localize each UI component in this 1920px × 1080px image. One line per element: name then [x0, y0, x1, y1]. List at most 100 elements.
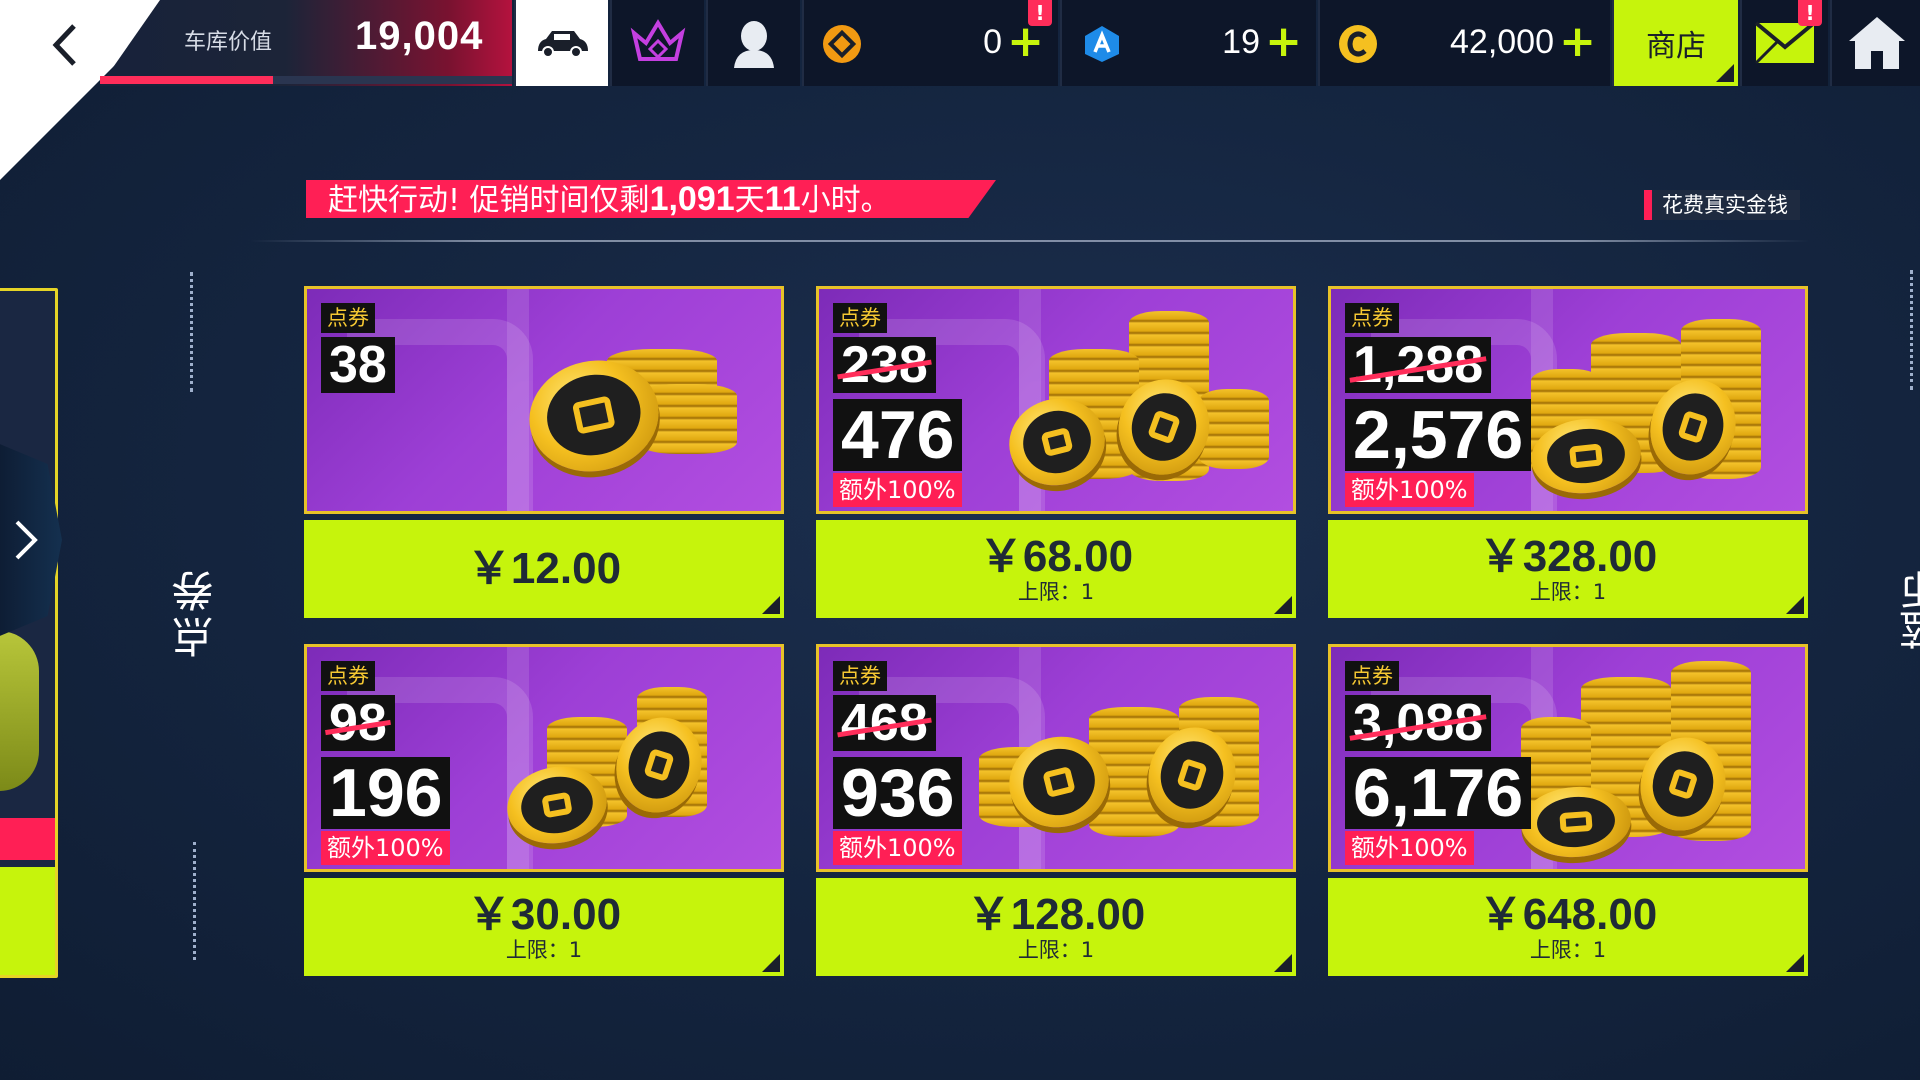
tokens-currency[interactable]: 0 + ! — [802, 0, 1058, 86]
top-bar: 车库价值 19,004 0 + ! 19 + 42,000 + 商店 ! — [0, 0, 1920, 180]
blueprints-currency[interactable]: 19 + — [1060, 0, 1316, 86]
item-tag: 点券 — [1345, 661, 1399, 691]
buy-button[interactable]: ￥648.00 上限：1 — [1328, 878, 1808, 976]
item-bonus: 额外100% — [1345, 473, 1474, 507]
home-button[interactable] — [1830, 0, 1920, 86]
divider-dots — [190, 272, 195, 392]
item-tag: 点券 — [1345, 303, 1399, 333]
shop-item-card[interactable]: 点券 238 476 额外100% ￥68.00 上限：1 — [816, 286, 1296, 636]
background-logo — [507, 647, 529, 869]
item-amount: 2,576 — [1345, 399, 1532, 471]
mail-alert-badge: ! — [1798, 0, 1822, 26]
promo-days-unit: 天 — [734, 183, 765, 218]
item-price: ￥12.00 — [466, 544, 622, 593]
blueprint-icon — [1085, 26, 1119, 62]
shop-label: 商店 — [1646, 29, 1706, 64]
car-thumbnail — [0, 631, 39, 791]
corner-marker — [1786, 596, 1804, 614]
corner-marker — [1274, 954, 1292, 972]
tokens-value: 0 — [983, 23, 1002, 61]
mail-icon — [1754, 21, 1816, 65]
item-limit: 上限：1 — [1017, 938, 1095, 962]
item-amount: 6,176 — [1345, 757, 1532, 829]
shop-item-card[interactable]: 点券 98 196 额外100% ￥30.00 上限：1 — [304, 644, 784, 994]
buy-button[interactable]: ￥68.00 上限：1 — [816, 520, 1296, 618]
item-limit: 上限：1 — [1529, 580, 1607, 604]
garage-value: 19,004 — [355, 14, 484, 58]
promo-days: 1,091 — [649, 180, 735, 218]
item-amount: 936 — [833, 757, 963, 829]
coin-stack — [1199, 389, 1269, 469]
buy-button[interactable]: ￥128.00 上限：1 — [816, 878, 1296, 976]
corner-marker — [1274, 596, 1292, 614]
item-bonus: 额外100% — [833, 831, 962, 865]
shop-item-card[interactable]: 点券 38 ￥12.00 — [304, 286, 784, 636]
item-price: ￥30.00 — [466, 890, 622, 939]
item-image: 点券 3,088 6,176 额外100% — [1328, 644, 1808, 872]
previous-category-card[interactable] — [0, 288, 58, 978]
item-amount: 38 — [321, 337, 395, 393]
corner-marker — [762, 596, 780, 614]
tokens-alert-badge: ! — [1028, 0, 1052, 26]
item-image: 点券 38 — [304, 286, 784, 514]
car-icon — [538, 31, 588, 58]
garage-value-label: 车库价值 — [184, 30, 273, 55]
item-limit: 上限：1 — [1529, 938, 1607, 962]
credits-currency[interactable]: 42,000 + — [1318, 0, 1610, 86]
item-limit: 上限：1 — [1017, 580, 1095, 604]
item-price: ￥128.00 — [966, 890, 1146, 939]
token-icon — [823, 25, 861, 63]
back-button[interactable] — [40, 20, 90, 70]
divider-dots — [1910, 270, 1915, 390]
divider-dots — [193, 842, 198, 960]
buy-button[interactable]: ￥328.00 上限：1 — [1328, 520, 1808, 618]
blueprints-add-button[interactable]: + — [1265, 20, 1302, 64]
item-price: ￥328.00 — [1478, 532, 1658, 581]
profile-icon — [734, 21, 774, 68]
item-bonus: 额外100% — [833, 473, 962, 507]
shop-item-card[interactable]: 点券 468 936 额外100% ￥128.00 上限：1 — [816, 644, 1296, 994]
item-tag: 点券 — [833, 661, 887, 691]
buy-button[interactable]: ￥12.00 — [304, 520, 784, 618]
item-original-amount: 1,288 — [1345, 337, 1492, 393]
promo-prefix: 赶快行动! 促销时间仅剩 — [328, 183, 650, 218]
corner-marker — [1786, 954, 1804, 972]
promo-banner: 赶快行动! 促销时间仅剩1,091天11小时。 — [306, 180, 996, 218]
shop-item-card[interactable]: 点券 3,088 6,176 额外100% ￥648.00 上限：1 — [1328, 644, 1808, 994]
garage-tab[interactable] — [514, 0, 608, 86]
tokens-add-button[interactable]: + — [1007, 20, 1044, 64]
mail-button[interactable]: ! — [1740, 0, 1828, 86]
card-button — [0, 867, 55, 975]
corner-marker — [762, 954, 780, 972]
category-label: 点券 — [171, 566, 220, 658]
chevron-right-icon — [15, 520, 38, 560]
credits-add-button[interactable]: + — [1559, 20, 1596, 64]
buy-button[interactable]: ￥30.00 上限：1 — [304, 878, 784, 976]
card-stripe — [0, 818, 55, 860]
shop-button[interactable]: 商店 — [1612, 0, 1738, 86]
shop-item-card[interactable]: 点券 1,288 2,576 额外100% ￥328.00 上限：1 — [1328, 286, 1808, 636]
item-bonus: 额外100% — [1345, 831, 1474, 865]
real-money-label: 花费真实金钱 — [1644, 190, 1800, 220]
back-icon — [52, 24, 76, 66]
item-amount: 476 — [833, 399, 963, 471]
background-logo — [507, 289, 529, 511]
crown-icon — [630, 19, 686, 61]
item-price: ￥68.00 — [978, 532, 1134, 581]
garage-progress-fill — [100, 76, 273, 84]
promo-hours-unit: 小时。 — [800, 183, 891, 218]
next-category-label[interactable]: 蓝币 — [1894, 570, 1920, 650]
item-original-amount: 238 — [833, 337, 936, 393]
home-icon — [1849, 17, 1905, 69]
item-tag: 点券 — [833, 303, 887, 333]
item-limit: 上限：1 — [505, 938, 583, 962]
profile-tab[interactable] — [706, 0, 800, 86]
item-original-amount: 98 — [321, 695, 395, 751]
club-tab[interactable] — [610, 0, 704, 86]
item-image: 点券 98 196 额外100% — [304, 644, 784, 872]
item-amount: 196 — [321, 757, 451, 829]
section-divider — [250, 240, 1810, 242]
item-image: 点券 1,288 2,576 额外100% — [1328, 286, 1808, 514]
item-bonus: 额外100% — [321, 831, 450, 865]
item-image: 点券 468 936 额外100% — [816, 644, 1296, 872]
